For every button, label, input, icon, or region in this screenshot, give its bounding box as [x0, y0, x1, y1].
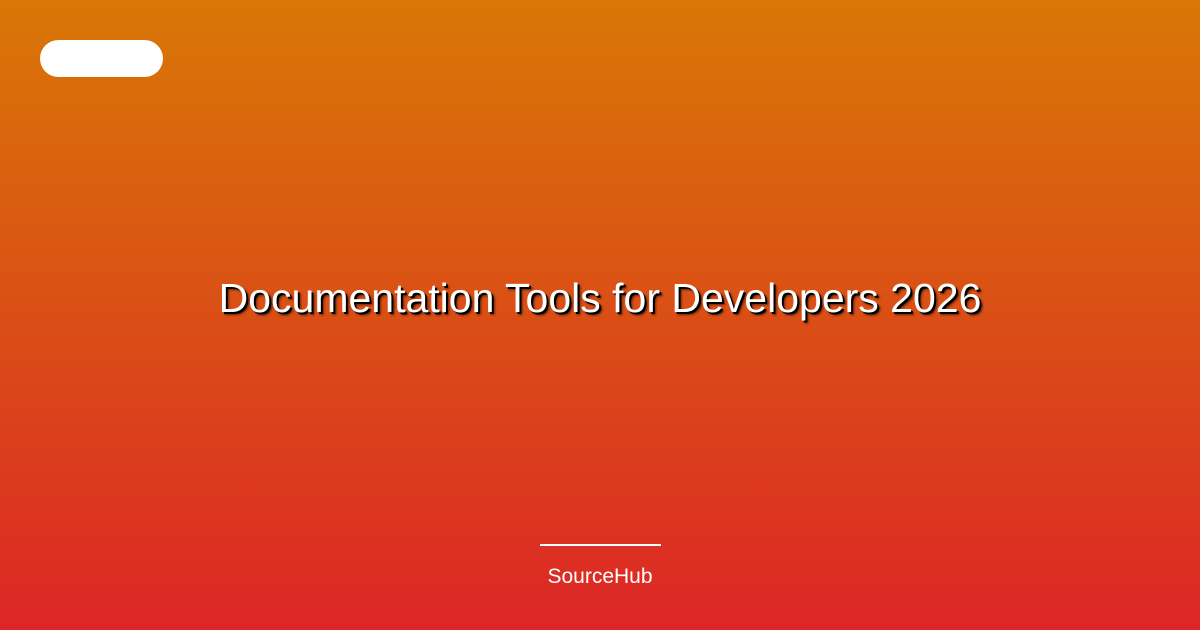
brand-name: SourceHub [547, 565, 653, 588]
badge-pill [40, 40, 163, 77]
page-title: Documentation Tools for Developers 2026 [218, 275, 982, 321]
divider [540, 544, 661, 546]
